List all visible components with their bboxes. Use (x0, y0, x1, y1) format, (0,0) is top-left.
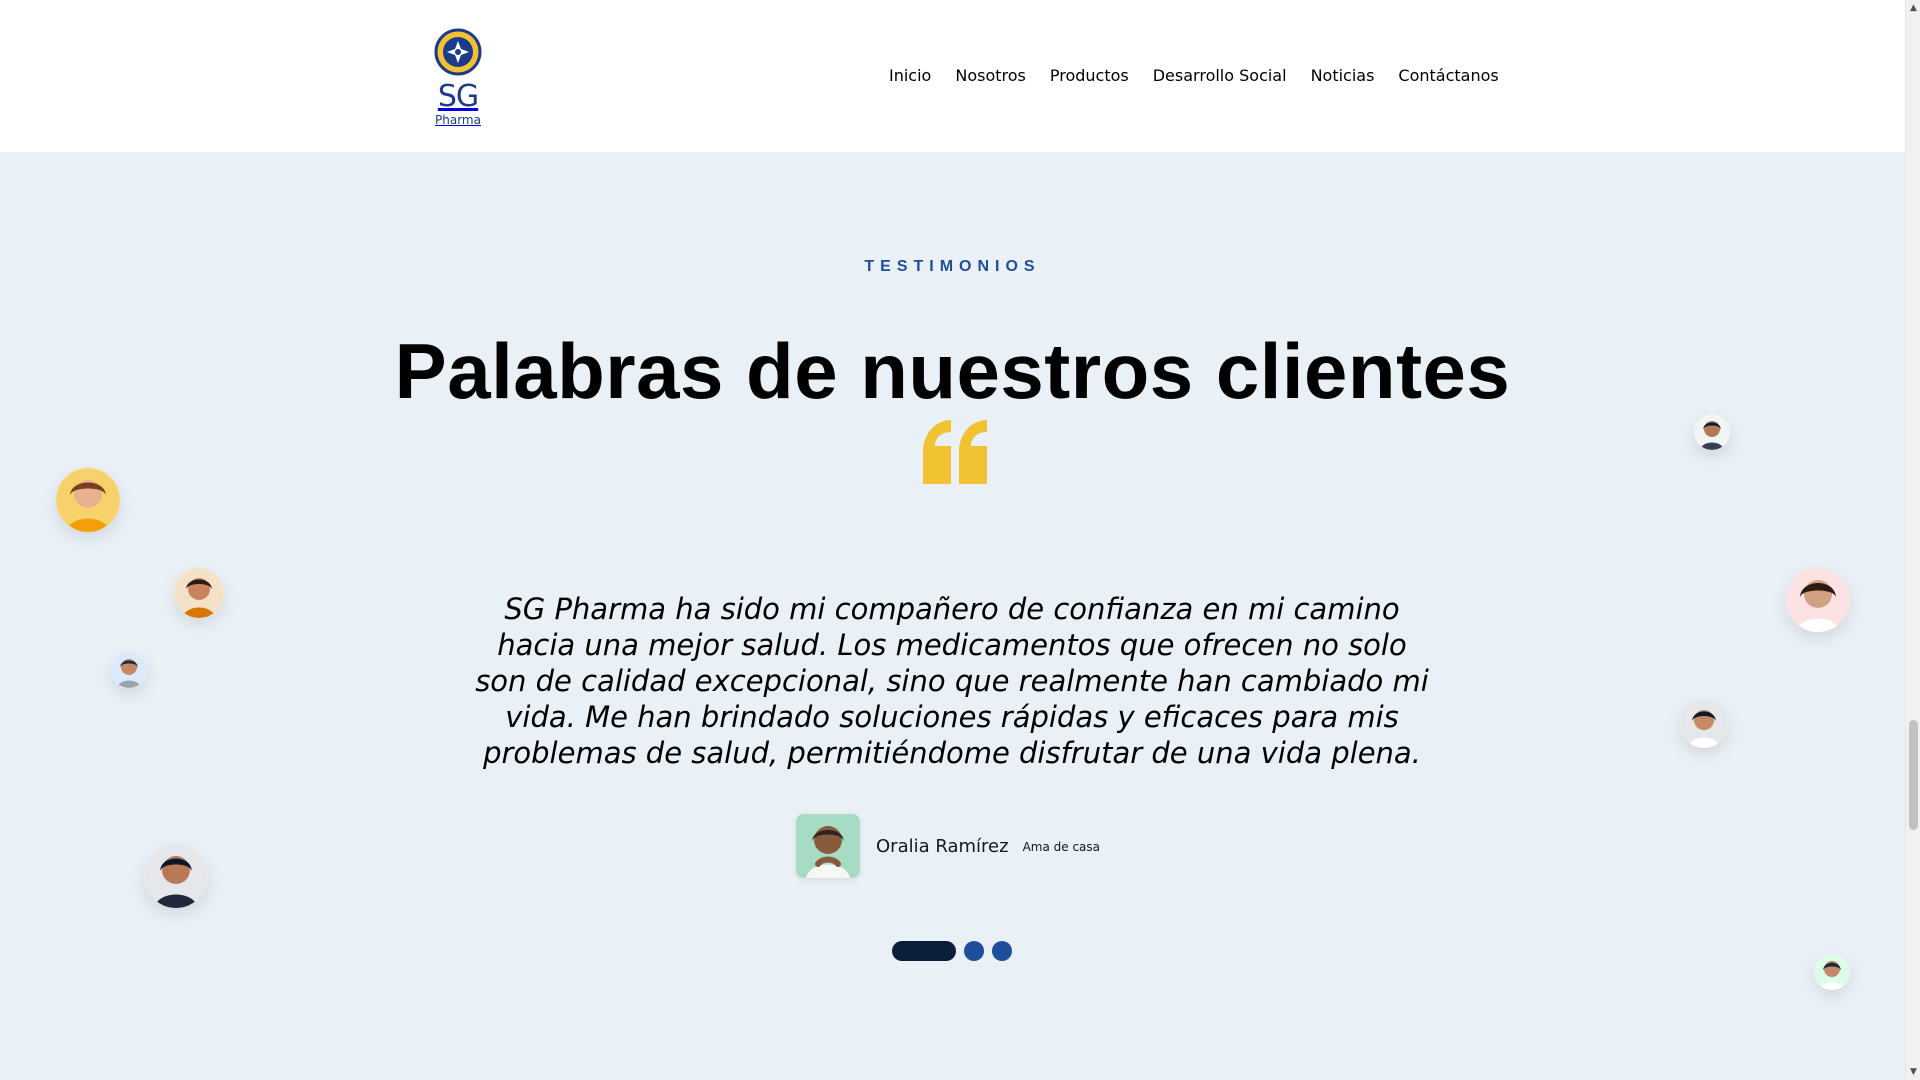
floating-avatar (1786, 568, 1850, 632)
scroll-down-arrow-icon[interactable]: ▼ (1906, 1064, 1920, 1080)
nav-link-desarrollo-social[interactable]: Desarrollo Social (1153, 62, 1287, 90)
nav-link-contactanos[interactable]: Contáctanos (1398, 62, 1498, 90)
author-photo (796, 814, 860, 878)
testimonials-section: TESTIMONIOS Palabras de nuestros cliente… (0, 152, 1905, 1080)
author-role: Ama de casa (1022, 840, 1100, 854)
nav-link-nosotros[interactable]: Nosotros (955, 62, 1026, 90)
avatar-photo-icon (56, 468, 120, 532)
floating-avatar (111, 652, 147, 688)
floating-avatar (1680, 700, 1728, 748)
floating-avatar (144, 844, 208, 908)
author-name: Oralia Ramírez (876, 835, 1009, 857)
carousel-dots (892, 941, 1012, 961)
carousel-dot-1[interactable] (892, 941, 956, 961)
author-photo-icon (796, 814, 860, 878)
logo-text-sg: SG (437, 79, 479, 114)
avatar-photo-icon (1680, 700, 1728, 748)
scroll-thumb[interactable] (1909, 720, 1918, 830)
floating-avatar (1814, 954, 1850, 990)
avatar-photo-icon (144, 844, 208, 908)
quote-icon (923, 420, 987, 484)
carousel-dot-3[interactable] (992, 941, 1012, 961)
carousel-dot-2[interactable] (964, 941, 984, 961)
avatar-photo (144, 844, 208, 908)
scroll-up-arrow-icon[interactable]: ▲ (1906, 0, 1920, 16)
floating-avatar (174, 568, 224, 618)
page: SG Pharma Inicio Nosotros Productos Desa… (0, 0, 1905, 1080)
avatar-photo (1680, 700, 1728, 748)
browser-scrollbar[interactable]: ▲ ▼ (1905, 0, 1920, 1080)
avatar-photo (1786, 568, 1850, 632)
section-eyebrow: TESTIMONIOS (864, 258, 1041, 275)
main-nav: Inicio Nosotros Productos Desarrollo Soc… (889, 62, 1499, 90)
nav-link-noticias[interactable]: Noticias (1311, 62, 1375, 90)
avatar-photo-icon (111, 652, 147, 688)
nav-link-inicio[interactable]: Inicio (889, 62, 931, 90)
section-title: Palabras de nuestros clientes (394, 327, 1511, 416)
avatar-photo-icon (1694, 414, 1730, 450)
avatar-photo (1694, 414, 1730, 450)
avatar-photo (111, 652, 147, 688)
nav-link-productos[interactable]: Productos (1050, 62, 1129, 90)
logo-text-pharma: Pharma (435, 113, 481, 127)
avatar-photo (1814, 954, 1850, 990)
floating-avatar (1694, 414, 1730, 450)
avatar-photo-icon (174, 568, 224, 618)
site-header: SG Pharma Inicio Nosotros Productos Desa… (0, 0, 1905, 152)
avatar-photo (174, 568, 224, 618)
avatar-photo-icon (1814, 954, 1850, 990)
site-logo[interactable]: SG Pharma (430, 28, 486, 126)
floating-avatar (56, 468, 120, 532)
avatar-photo-icon (1786, 568, 1850, 632)
testimonial-author: Oralia Ramírez Ama de casa (796, 814, 1100, 878)
testimonial-quote: SG Pharma ha sido mi compañero de confia… (475, 592, 1429, 770)
avatar-photo (56, 468, 120, 532)
sg-pharma-logo-icon (434, 28, 482, 76)
